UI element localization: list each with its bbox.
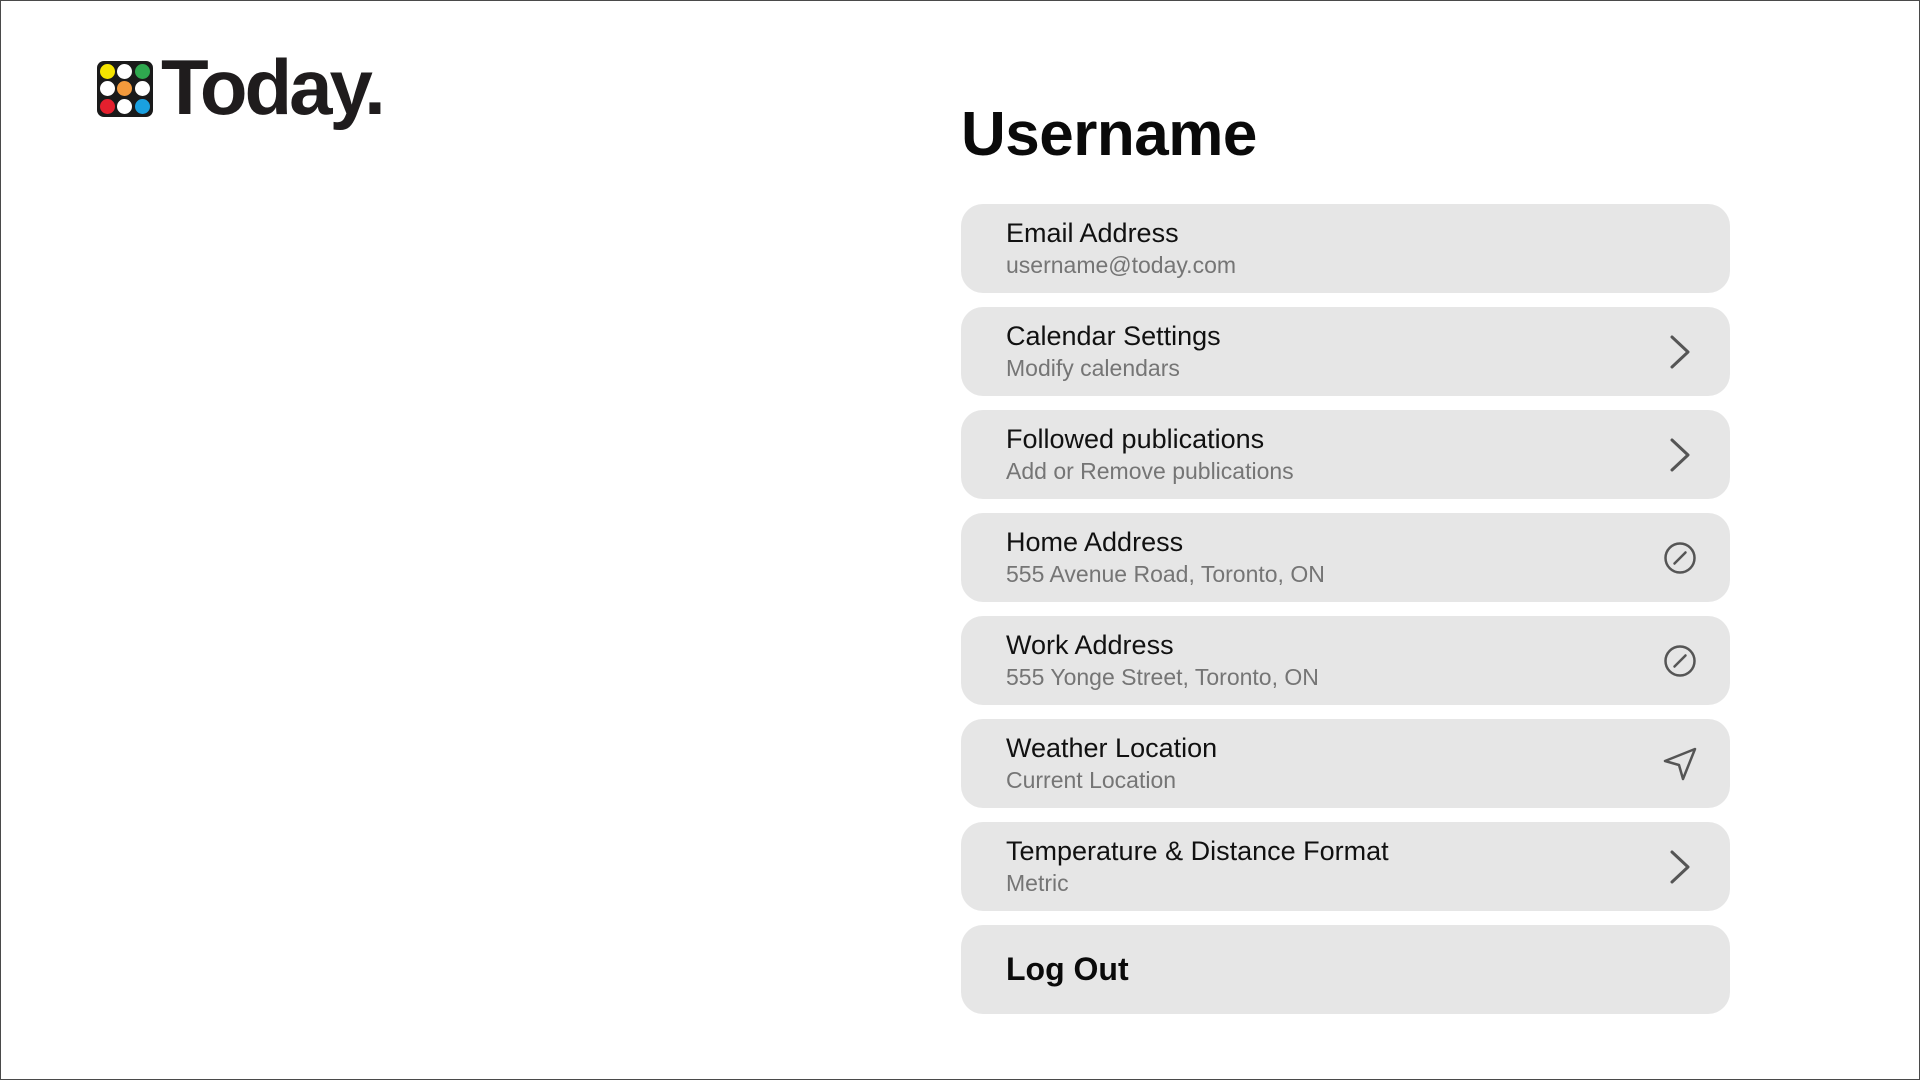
chevron-right-icon xyxy=(1660,332,1700,372)
settings-item-calendar-settings[interactable]: Calendar Settings Modify calendars xyxy=(961,307,1730,396)
settings-item-temperature-distance-format[interactable]: Temperature & Distance Format Metric xyxy=(961,822,1730,911)
settings-item-work-address[interactable]: Work Address 555 Yonge Street, Toronto, … xyxy=(961,616,1730,705)
chevron-right-icon xyxy=(1660,435,1700,475)
logo-dot xyxy=(100,81,116,97)
log-out-label: Log Out xyxy=(1006,951,1129,987)
log-out-button[interactable]: Log Out xyxy=(961,925,1730,1014)
settings-item-subtitle: Metric xyxy=(1006,870,1069,896)
logo-dot-grid-icon xyxy=(97,61,153,117)
logo-dot xyxy=(100,98,116,114)
settings-item-title: Email Address xyxy=(1006,218,1179,248)
logo-dot xyxy=(117,98,133,114)
logo-dot xyxy=(100,64,116,80)
settings-item-title: Followed publications xyxy=(1006,424,1265,454)
logo-dot xyxy=(134,64,150,80)
settings-list: Email Address username@today.com Calenda… xyxy=(961,204,1730,1014)
settings-item-title: Home Address xyxy=(1006,527,1184,557)
settings-item-weather-location[interactable]: Weather Location Current Location xyxy=(961,719,1730,808)
edit-icon[interactable] xyxy=(1660,538,1700,578)
logo-wordmark: Today. xyxy=(161,43,386,131)
settings-item-title: Temperature & Distance Format xyxy=(1006,836,1389,866)
account-settings-panel: Username Email Address username@today.co… xyxy=(961,97,1730,1014)
settings-item-title: Calendar Settings xyxy=(1006,321,1221,351)
edit-icon[interactable] xyxy=(1660,641,1700,681)
settings-item-title: Work Address xyxy=(1006,630,1174,660)
settings-item-subtitle: 555 Yonge Street, Toronto, ON xyxy=(1006,664,1319,690)
page-title: Username xyxy=(961,100,1257,169)
settings-item-subtitle: Current Location xyxy=(1006,767,1177,793)
app-window: Today. Username Email Address username@t… xyxy=(0,0,1920,1080)
settings-item-subtitle: 555 Avenue Road, Toronto, ON xyxy=(1006,561,1325,587)
logo-dot xyxy=(134,81,150,97)
settings-item-home-address[interactable]: Home Address 555 Avenue Road, Toronto, O… xyxy=(961,513,1730,602)
location-arrow-icon xyxy=(1660,744,1700,784)
today-logo: Today. xyxy=(97,43,386,131)
settings-item-subtitle: Modify calendars xyxy=(1006,355,1180,381)
settings-item-subtitle: username@today.com xyxy=(1006,252,1237,278)
settings-item-email-address: Email Address username@today.com xyxy=(961,204,1730,293)
logo-dot xyxy=(117,64,133,80)
chevron-right-icon xyxy=(1660,847,1700,887)
logo-dot xyxy=(134,98,150,114)
logo-dot xyxy=(117,81,133,97)
settings-item-title: Weather Location xyxy=(1006,733,1218,763)
settings-item-followed-publications[interactable]: Followed publications Add or Remove publ… xyxy=(961,410,1730,499)
settings-item-subtitle: Add or Remove publications xyxy=(1006,458,1294,484)
